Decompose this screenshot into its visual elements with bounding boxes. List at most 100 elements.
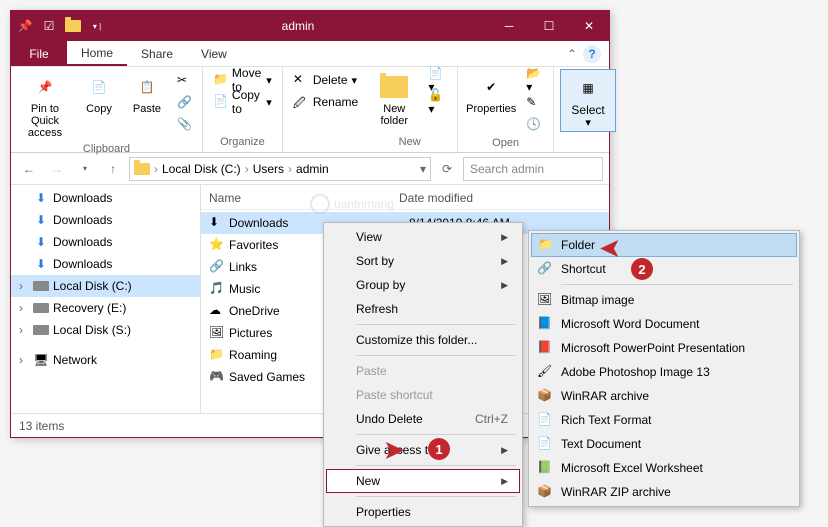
refresh-button[interactable]: ⟳ xyxy=(435,157,459,181)
menu-customize[interactable]: Customize this folder... xyxy=(326,328,520,352)
collapse-ribbon-icon[interactable]: ⌃ xyxy=(567,47,577,61)
sidebar-item-label: Recovery (E:) xyxy=(53,301,126,315)
menu-new-ppt[interactable]: 📕Microsoft PowerPoint Presentation xyxy=(531,336,797,360)
menu-new-zip[interactable]: 📦 WinRAR ZIP archive xyxy=(531,480,797,504)
separator xyxy=(356,496,516,497)
sidebar-item[interactable]: ⬇Downloads xyxy=(11,209,200,231)
group-label: New xyxy=(368,134,451,150)
history-icon: 🕓 xyxy=(526,117,541,131)
breadcrumb[interactable]: › Local Disk (C:)› Users› admin ▾ xyxy=(129,157,431,181)
qat-dropdown-icon[interactable]: ▾ | xyxy=(87,16,107,36)
sidebar-item[interactable]: ⬇Downloads xyxy=(11,253,200,275)
separator xyxy=(356,355,516,356)
qat-properties-icon[interactable]: ☑ xyxy=(39,16,59,36)
sidebar-item-label: Downloads xyxy=(53,213,112,227)
drive-icon xyxy=(33,322,49,338)
up-button[interactable]: ↑ xyxy=(101,157,125,181)
menu-give-access[interactable]: Give access to▶ xyxy=(326,438,520,462)
tab-file[interactable]: File xyxy=(11,41,67,66)
edit-button[interactable]: ✎ xyxy=(522,91,547,113)
menu-new[interactable]: New▶ xyxy=(326,469,520,493)
menu-sort-by[interactable]: Sort by▶ xyxy=(326,249,520,273)
sidebar-item[interactable]: ›Local Disk (S:) xyxy=(11,319,200,341)
menu-new-xlsx[interactable]: 📗Microsoft Excel Worksheet xyxy=(531,456,797,480)
select-button[interactable]: ▦ Select▾ xyxy=(560,69,616,132)
copy-to-button[interactable]: 📄Copy to ▾ xyxy=(209,91,276,113)
download-icon: ⬇ xyxy=(209,215,225,231)
menu-refresh[interactable]: Refresh xyxy=(326,297,520,321)
crumb-2[interactable]: admin xyxy=(296,162,329,176)
copyto-icon: 📄 xyxy=(213,94,228,110)
network-icon: 🖥 xyxy=(33,352,49,368)
group-label: Open xyxy=(464,135,547,151)
zip-icon: 📦 xyxy=(537,484,553,500)
new-folder-button[interactable]: New folder xyxy=(368,69,420,129)
recent-button[interactable]: ▾ xyxy=(73,157,97,181)
menu-new-bmp[interactable]: 🖼Bitmap image xyxy=(531,288,797,312)
sidebar-item[interactable]: ›Local Disk (C:) xyxy=(11,275,200,297)
pin-to-quick-access-button[interactable]: 📌 Pin to Quick access xyxy=(17,69,73,141)
minimize-button[interactable]: ─ xyxy=(489,11,529,41)
menu-label: Adobe Photoshop Image 13 xyxy=(561,365,710,379)
copy-path-button[interactable]: 🔗 xyxy=(173,91,196,113)
shortcut-icon: 📎 xyxy=(177,117,192,131)
txt-icon: 📄 xyxy=(537,436,553,452)
tab-share[interactable]: Share xyxy=(127,41,187,66)
menu-label: Microsoft Word Document xyxy=(561,317,700,331)
sidebar-item-network[interactable]: ›🖥Network xyxy=(11,349,200,371)
menu-paste: Paste xyxy=(326,359,520,383)
forward-button[interactable]: → xyxy=(45,157,69,181)
moveto-icon: 📁 xyxy=(213,72,228,88)
cut-button[interactable]: ✂ xyxy=(173,69,196,91)
qat-pin-icon[interactable]: 📌 xyxy=(15,16,35,36)
search-input[interactable]: Search admin xyxy=(463,157,603,181)
back-button[interactable]: ← xyxy=(17,157,41,181)
cloud-icon: ☁ xyxy=(209,303,225,319)
delete-button[interactable]: ✕Delete ▾ xyxy=(289,69,362,91)
folder-icon: 📁 xyxy=(538,237,554,253)
menu-new-rar[interactable]: 📦WinRAR archive xyxy=(531,384,797,408)
separator xyxy=(356,324,516,325)
drive-icon xyxy=(33,278,49,294)
link-icon: 🔗 xyxy=(209,259,225,275)
column-name[interactable]: Name xyxy=(209,191,399,205)
context-menu-new: 📁Folder🔗Shortcut 🖼Bitmap image📘Microsoft … xyxy=(528,230,800,507)
xlsx-icon: 📗 xyxy=(537,460,553,476)
easy-access-button[interactable]: 🔓▾ xyxy=(424,91,451,113)
games-icon: 🎮 xyxy=(209,369,225,385)
annotation-badge-1: 1 xyxy=(428,438,450,460)
close-button[interactable]: ✕ xyxy=(569,11,609,41)
menu-new-rtf[interactable]: 📄Rich Text Format xyxy=(531,408,797,432)
column-headers[interactable]: Name Date modified xyxy=(201,185,609,210)
sidebar-item[interactable]: ⬇Downloads xyxy=(11,231,200,253)
menu-new-word[interactable]: 📘Microsoft Word Document xyxy=(531,312,797,336)
history-button[interactable]: 🕓 xyxy=(522,113,547,135)
column-modified[interactable]: Date modified xyxy=(399,191,473,205)
paste-icon: 📋 xyxy=(131,71,163,103)
menu-new-psd[interactable]: 🖌Adobe Photoshop Image 13 xyxy=(531,360,797,384)
menu-group-by[interactable]: Group by▶ xyxy=(326,273,520,297)
open-button[interactable]: 📂▾ xyxy=(522,69,547,91)
menu-properties[interactable]: Properties xyxy=(326,500,520,524)
help-icon[interactable]: ? xyxy=(583,45,601,63)
tab-home[interactable]: Home xyxy=(67,41,127,66)
rename-icon: 🖉 xyxy=(293,94,309,110)
paste-shortcut-button[interactable]: 📎 xyxy=(173,113,196,135)
menu-undo-delete[interactable]: Undo DeleteCtrl+Z xyxy=(326,407,520,431)
sidebar-item[interactable]: ⬇Downloads xyxy=(11,187,200,209)
menu-new-folder[interactable]: 📁Folder xyxy=(531,233,797,257)
rename-button[interactable]: 🖉Rename xyxy=(289,91,362,113)
copy-button[interactable]: 📄 Copy xyxy=(77,69,121,141)
properties-button[interactable]: ✔ Properties xyxy=(464,69,518,135)
sidebar-item[interactable]: ›Recovery (E:) xyxy=(11,297,200,319)
menu-view[interactable]: View▶ xyxy=(326,225,520,249)
crumb-0[interactable]: Local Disk (C:) xyxy=(162,162,241,176)
menu-new-txt[interactable]: 📄Text Document xyxy=(531,432,797,456)
menu-new-shortcut[interactable]: 🔗Shortcut xyxy=(531,257,797,281)
maximize-button[interactable]: ☐ xyxy=(529,11,569,41)
delete-icon: ✕ xyxy=(293,72,309,88)
menu-label: WinRAR ZIP archive xyxy=(561,485,671,499)
paste-button[interactable]: 📋 Paste xyxy=(125,69,169,141)
crumb-1[interactable]: Users xyxy=(253,162,284,176)
tab-view[interactable]: View xyxy=(187,41,241,66)
